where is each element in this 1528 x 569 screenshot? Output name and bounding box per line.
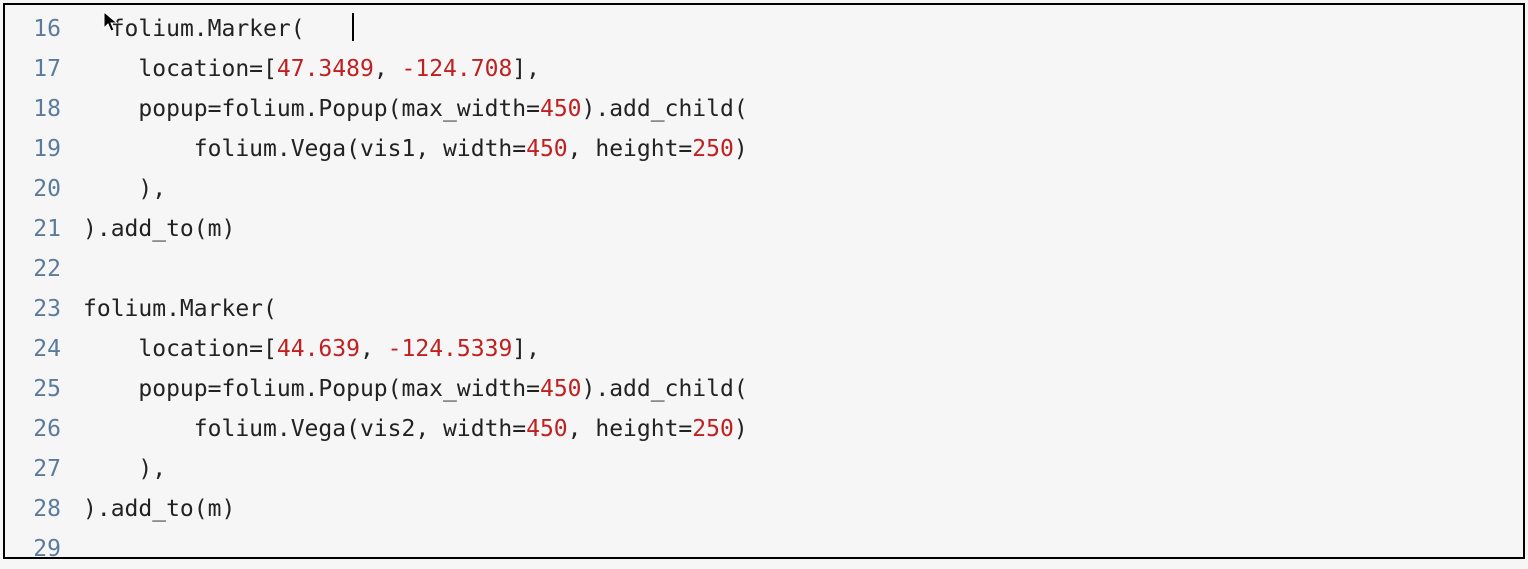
token-text: ], <box>512 56 540 82</box>
code-line[interactable]: 22 <box>5 249 1523 289</box>
token-text: ], <box>512 336 540 362</box>
token-text: popup=folium.Popup(max_width= <box>83 376 540 402</box>
code-content[interactable]: ), <box>83 449 166 489</box>
token-text: ), <box>83 456 166 482</box>
line-number: 22 <box>5 249 83 289</box>
token-text: , <box>374 56 402 82</box>
code-line[interactable]: 18 popup=folium.Popup(max_width=450).add… <box>5 89 1523 129</box>
code-line[interactable]: 23folium.Marker( <box>5 289 1523 329</box>
token-number: 450 <box>526 136 568 162</box>
code-line[interactable]: 24 location=[44.639, -124.5339], <box>5 329 1523 369</box>
code-content[interactable]: location=[47.3489, -124.708], <box>83 49 540 89</box>
line-number: 23 <box>5 289 83 329</box>
line-number: 28 <box>5 489 83 529</box>
token-text: , <box>360 336 388 362</box>
line-number: 29 <box>5 529 83 569</box>
token-text: folium.Marker( <box>111 16 305 42</box>
line-number: 27 <box>5 449 83 489</box>
code-content[interactable]: folium.Vega(vis2, width=450, height=250) <box>83 409 748 449</box>
code-content[interactable]: folium.Vega(vis1, width=450, height=250) <box>83 129 748 169</box>
code-content[interactable]: ).add_to(m) <box>83 489 235 529</box>
code-line[interactable]: 28).add_to(m) <box>5 489 1523 529</box>
code-line[interactable]: 27 ), <box>5 449 1523 489</box>
code-line[interactable]: 16 folium.Marker( <box>5 9 1523 49</box>
line-number: 26 <box>5 409 83 449</box>
line-number: 24 <box>5 329 83 369</box>
code-line[interactable]: 29 <box>5 529 1523 569</box>
token-number: -124.5339 <box>388 336 513 362</box>
line-number: 21 <box>5 209 83 249</box>
code-line[interactable]: 21).add_to(m) <box>5 209 1523 249</box>
text-caret-icon <box>352 13 354 41</box>
token-text: ), <box>83 176 166 202</box>
code-line[interactable]: 25 popup=folium.Popup(max_width=450).add… <box>5 369 1523 409</box>
line-number: 25 <box>5 369 83 409</box>
token-text: ) <box>734 136 748 162</box>
code-line[interactable]: 26 folium.Vega(vis2, width=450, height=2… <box>5 409 1523 449</box>
token-number: -124.708 <box>402 56 513 82</box>
line-number: 20 <box>5 169 83 209</box>
token-number: 250 <box>692 416 734 442</box>
token-text: location=[ <box>83 56 277 82</box>
token-number: 47.3489 <box>277 56 374 82</box>
code-content[interactable]: location=[44.639, -124.5339], <box>83 329 540 369</box>
token-text: ).add_child( <box>582 376 748 402</box>
token-text: popup=folium.Popup(max_width= <box>83 96 540 122</box>
code-content[interactable]: folium.Marker( <box>83 289 277 329</box>
token-text: folium.Marker( <box>83 296 277 322</box>
code-line[interactable]: 17 location=[47.3489, -124.708], <box>5 49 1523 89</box>
code-line[interactable]: 20 ), <box>5 169 1523 209</box>
token-text: ) <box>734 416 748 442</box>
token-text: , height= <box>568 416 693 442</box>
token-text: ).add_child( <box>582 96 748 122</box>
token-text: , height= <box>568 136 693 162</box>
code-content[interactable]: popup=folium.Popup(max_width=450).add_ch… <box>83 369 748 409</box>
code-editor[interactable]: 16 folium.Marker(17 location=[47.3489, -… <box>3 3 1525 559</box>
token-text: folium.Vega(vis1, width= <box>83 136 526 162</box>
line-number: 16 <box>5 9 83 49</box>
token-number: 450 <box>540 96 582 122</box>
code-content[interactable]: ).add_to(m) <box>83 209 235 249</box>
token-number: 450 <box>540 376 582 402</box>
code-content[interactable]: popup=folium.Popup(max_width=450).add_ch… <box>83 89 748 129</box>
token-text: ).add_to(m) <box>83 496 235 522</box>
code-area[interactable]: 16 folium.Marker(17 location=[47.3489, -… <box>5 5 1523 569</box>
token-text: folium.Vega(vis2, width= <box>83 416 526 442</box>
code-content[interactable]: ), <box>83 169 166 209</box>
token-number: 44.639 <box>277 336 360 362</box>
token-number: 250 <box>692 136 734 162</box>
token-text: ).add_to(m) <box>83 216 235 242</box>
token-number: 450 <box>526 416 568 442</box>
line-number: 19 <box>5 129 83 169</box>
line-number: 17 <box>5 49 83 89</box>
line-number: 18 <box>5 89 83 129</box>
token-text: location=[ <box>83 336 277 362</box>
code-line[interactable]: 19 folium.Vega(vis1, width=450, height=2… <box>5 129 1523 169</box>
code-content[interactable]: folium.Marker( <box>83 9 305 49</box>
